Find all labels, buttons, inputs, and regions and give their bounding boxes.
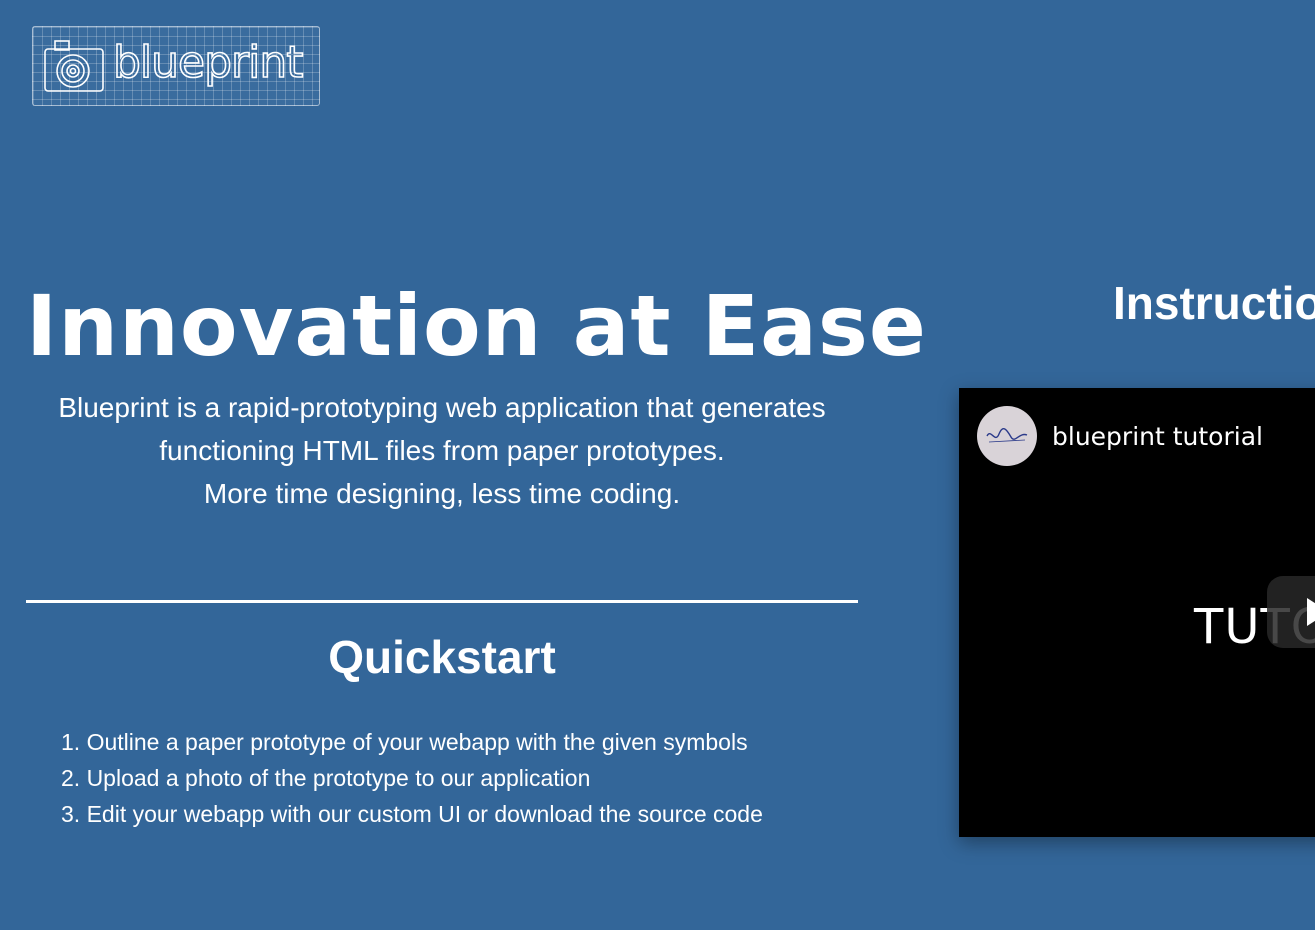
- hero-description-line: More time designing, less time coding.: [203, 478, 681, 510]
- blueprint-logo[interactable]: blueprint: [32, 26, 320, 106]
- tutorial-video-embed[interactable]: blueprint tutorial TUTO: [959, 388, 1315, 837]
- logo-text: blueprint: [112, 37, 304, 88]
- camera-icon: [44, 40, 104, 92]
- quickstart-step: 2. Upload a photo of the prototype to ou…: [61, 765, 591, 791]
- quickstart-step: 1. Outline a paper prototype of your web…: [61, 729, 748, 755]
- quickstart-title: Quickstart: [328, 631, 556, 683]
- hero-title: Innovation at Ease: [26, 277, 927, 375]
- instructions-title: Instructions: [1113, 277, 1315, 329]
- hero-section: Innovation at Ease Blueprint is a rapid-…: [26, 277, 927, 827]
- page: blueprint Innovation at Ease Blueprint i…: [0, 0, 1315, 930]
- hero-description: Blueprint is a rapid-prototyping web app…: [26, 386, 858, 515]
- play-icon: [1307, 598, 1315, 626]
- quickstart-step: 3. Edit your webapp with our custom UI o…: [61, 801, 763, 827]
- play-button[interactable]: [1267, 576, 1315, 648]
- signature-avatar-icon[interactable]: [977, 406, 1037, 466]
- video-title[interactable]: blueprint tutorial: [1052, 422, 1263, 451]
- hero-description-line: Blueprint is a rapid-prototyping web app…: [58, 392, 826, 424]
- quickstart-steps: 1. Outline a paper prototype of your web…: [61, 724, 763, 832]
- section-divider: [26, 600, 858, 603]
- hero-description-line: functioning HTML files from paper protot…: [159, 435, 725, 467]
